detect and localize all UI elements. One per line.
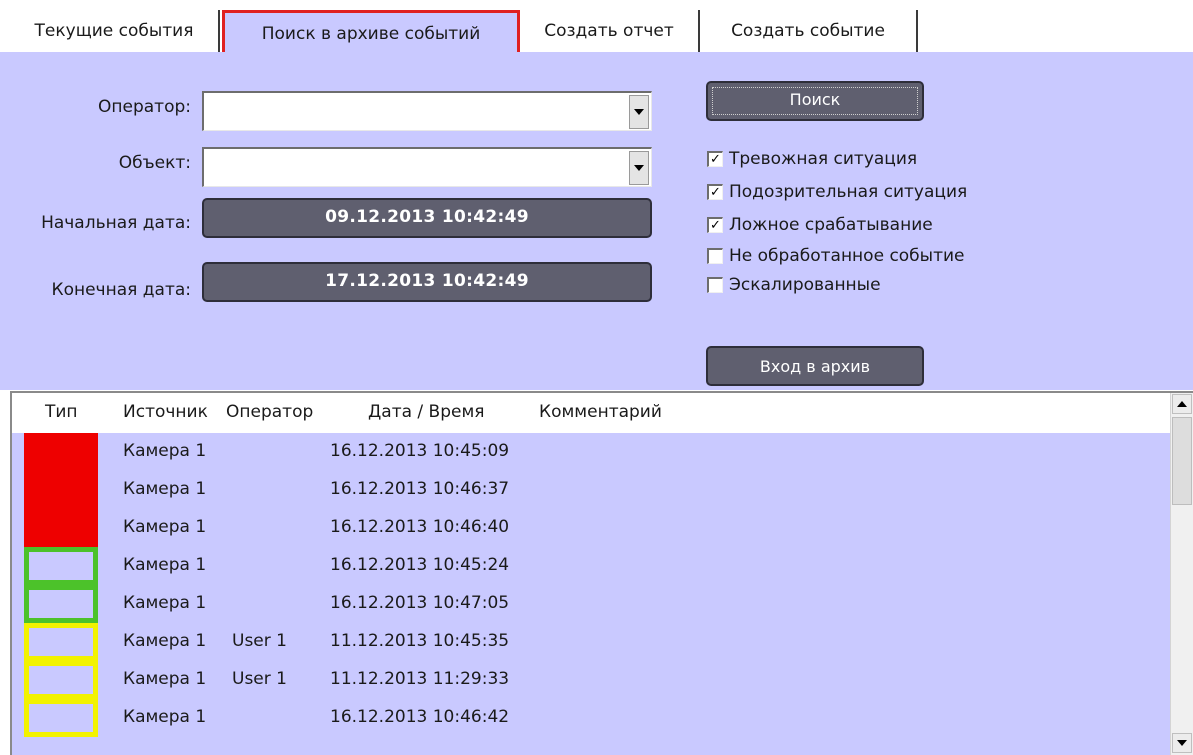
event-type-swatch xyxy=(24,471,98,509)
cell-source: Камера 1 xyxy=(123,593,207,613)
scroll-down-button[interactable] xyxy=(1172,733,1192,753)
cell-datetime: 16.12.2013 10:45:09 xyxy=(330,441,510,461)
table-row[interactable]: Камера 1 16.12.2013 10:46:37 xyxy=(12,471,1171,509)
tab-bar: Текущие события Поиск в архиве событий С… xyxy=(0,0,1193,54)
tab-current-events[interactable]: Текущие события xyxy=(10,10,220,52)
filter-suspicious[interactable]: ✓ Подозрительная ситуация xyxy=(707,179,967,205)
start-date-field[interactable]: 09.12.2013 10:42:49 xyxy=(202,198,652,238)
table-header: Тип Источник Оператор Дата / Время Комме… xyxy=(12,393,1171,433)
object-combo[interactable] xyxy=(202,147,652,187)
scroll-thumb[interactable] xyxy=(1172,417,1192,505)
operator-dropdown-button[interactable] xyxy=(629,95,649,129)
cell-source: Камера 1 xyxy=(123,479,207,499)
event-type-swatch xyxy=(24,433,98,471)
enter-archive-button[interactable]: Вход в архив xyxy=(706,346,924,386)
search-button-label: Поиск xyxy=(712,87,918,115)
object-label: Объект: xyxy=(118,153,191,173)
filter-alarm[interactable]: ✓ Тревожная ситуация xyxy=(707,146,917,172)
cell-datetime: 16.12.2013 10:46:37 xyxy=(330,479,510,499)
column-header-type[interactable]: Тип xyxy=(45,402,78,422)
filter-escalated-label: Эскалированные xyxy=(729,275,881,295)
checkbox-icon[interactable]: ✓ xyxy=(707,151,723,167)
event-type-swatch xyxy=(24,547,98,585)
table-row[interactable]: Камера 1 User 1 11.12.2013 10:45:35 xyxy=(12,623,1171,661)
start-date-label: Начальная дата: xyxy=(41,213,191,233)
column-header-operator[interactable]: Оператор xyxy=(226,402,313,422)
arrow-down-icon xyxy=(1177,740,1187,746)
table-row[interactable]: Камера 1 16.12.2013 10:46:40 xyxy=(12,509,1171,547)
filter-escalated[interactable]: Эскалированные xyxy=(707,272,881,298)
search-button[interactable]: Поиск xyxy=(706,81,924,121)
table-row[interactable]: Камера 1 User 1 11.12.2013 11:29:33 xyxy=(12,661,1171,699)
column-header-comment[interactable]: Комментарий xyxy=(539,402,662,422)
checkbox-icon[interactable] xyxy=(707,248,723,264)
event-type-swatch xyxy=(24,623,98,661)
vertical-scrollbar[interactable] xyxy=(1170,393,1193,755)
event-type-swatch xyxy=(24,585,98,623)
chevron-down-icon xyxy=(634,109,644,115)
filter-unprocessed-label: Не обработанное событие xyxy=(729,246,965,266)
table-row[interactable]: Камера 1 16.12.2013 10:45:09 xyxy=(12,433,1171,471)
filter-unprocessed[interactable]: Не обработанное событие xyxy=(707,243,965,269)
filter-alarm-label: Тревожная ситуация xyxy=(729,149,918,169)
tab-create-event[interactable]: Создать событие xyxy=(700,10,918,52)
table-row[interactable]: Камера 1 16.12.2013 10:47:05 xyxy=(12,585,1171,623)
event-type-swatch xyxy=(24,509,98,547)
checkbox-icon[interactable]: ✓ xyxy=(707,184,723,200)
filter-false-alarm-label: Ложное срабатывание xyxy=(729,215,933,235)
cell-datetime: 16.12.2013 10:46:40 xyxy=(330,517,510,537)
checkbox-icon[interactable] xyxy=(707,277,723,293)
cell-datetime: 11.12.2013 11:29:33 xyxy=(330,669,510,689)
checkbox-icon[interactable]: ✓ xyxy=(707,217,723,233)
filter-suspicious-label: Подозрительная ситуация xyxy=(729,182,968,202)
cell-operator: User 1 xyxy=(232,669,287,689)
cell-source: Камера 1 xyxy=(123,441,207,461)
event-type-swatch xyxy=(24,699,98,737)
column-header-source[interactable]: Источник xyxy=(123,402,208,422)
object-dropdown-button[interactable] xyxy=(629,151,649,185)
search-panel: Оператор: Объект: Начальная дата: 09.12.… xyxy=(0,54,1193,390)
column-header-datetime[interactable]: Дата / Время xyxy=(368,402,485,422)
tab-create-report[interactable]: Создать отчет xyxy=(520,10,700,52)
cell-source: Камера 1 xyxy=(123,707,207,727)
events-table[interactable]: Тип Источник Оператор Дата / Время Комме… xyxy=(10,391,1193,755)
cell-datetime: 11.12.2013 10:45:35 xyxy=(330,631,510,651)
cell-datetime: 16.12.2013 10:47:05 xyxy=(330,593,510,613)
tab-archive-search[interactable]: Поиск в архиве событий xyxy=(222,10,520,54)
end-date-label: Конечная дата: xyxy=(51,280,191,300)
operator-combo[interactable] xyxy=(202,91,652,131)
cell-operator: User 1 xyxy=(232,631,287,651)
cell-source: Камера 1 xyxy=(123,631,207,651)
arrow-up-icon xyxy=(1177,401,1187,407)
operator-label: Оператор: xyxy=(98,97,191,117)
cell-source: Камера 1 xyxy=(123,517,207,537)
event-type-swatch xyxy=(24,661,98,699)
scroll-up-button[interactable] xyxy=(1172,394,1192,414)
table-row[interactable]: Камера 1 16.12.2013 10:45:24 xyxy=(12,547,1171,585)
end-date-field[interactable]: 17.12.2013 10:42:49 xyxy=(202,262,652,302)
cell-source: Камера 1 xyxy=(123,555,207,575)
cell-source: Камера 1 xyxy=(123,669,207,689)
cell-datetime: 16.12.2013 10:46:42 xyxy=(330,707,510,727)
cell-datetime: 16.12.2013 10:45:24 xyxy=(330,555,510,575)
chevron-down-icon xyxy=(634,165,644,171)
table-row[interactable]: Камера 1 16.12.2013 10:46:42 xyxy=(12,699,1171,737)
filter-false-alarm[interactable]: ✓ Ложное срабатывание xyxy=(707,212,933,238)
